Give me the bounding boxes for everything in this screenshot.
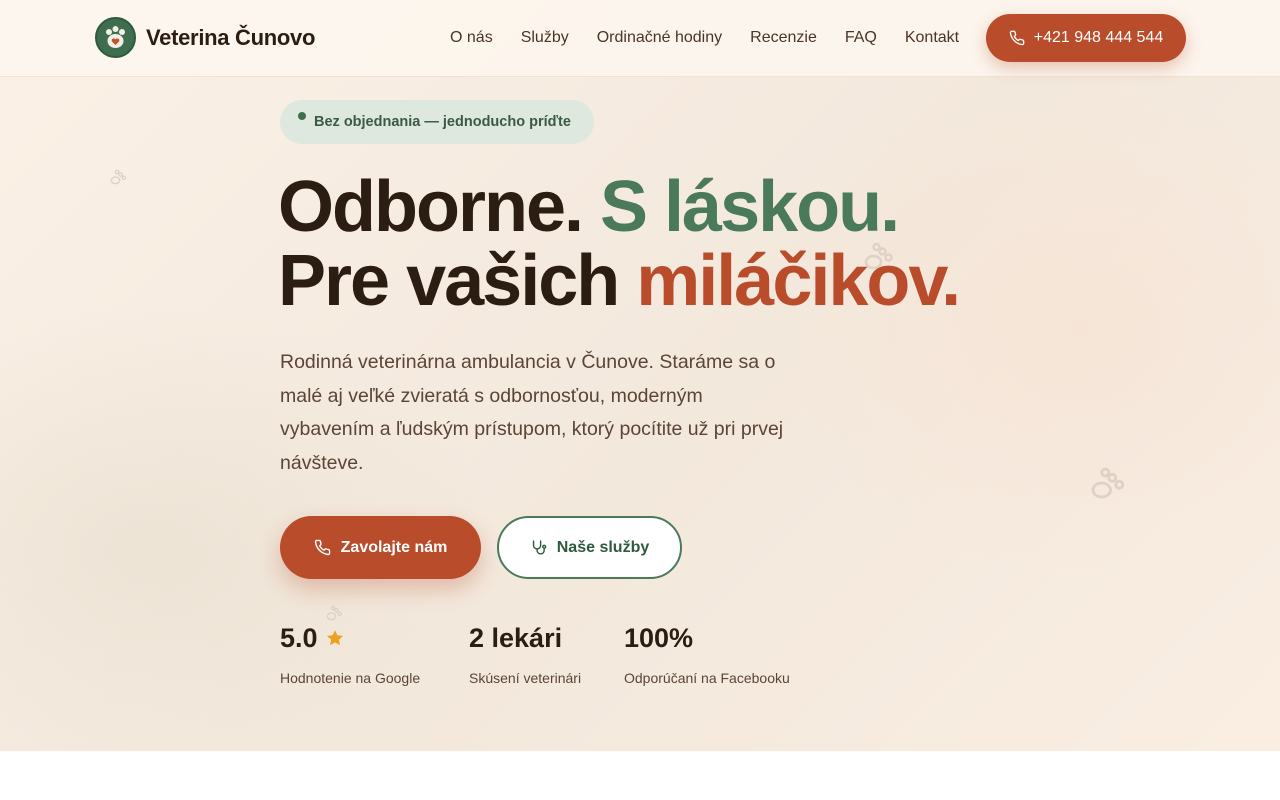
hero-headline: Odborne. S láskou. Pre vašich miláčikov.	[278, 167, 961, 321]
stat-label: Hodnotenie na Google	[280, 670, 421, 686]
walk-in-badge: Bez objednania — jednoducho príďte	[280, 100, 594, 144]
header-phone-label: +421 948 444 544	[1033, 29, 1164, 46]
site-header: Veterina Čunovo O nás Služby Ordinačné h…	[0, 0, 1280, 77]
stat-value: 2 lekári	[469, 622, 563, 653]
nav-item-kontakt[interactable]: Kontakt	[905, 29, 959, 47]
headline-part-2: S láskou.	[600, 167, 900, 247]
star-icon	[326, 630, 343, 646]
nav-item-ordinacne-hodiny[interactable]: Ordinačné hodiny	[597, 29, 722, 47]
stethoscope-icon	[532, 540, 547, 555]
our-services-button[interactable]: Naše služby	[497, 516, 682, 579]
stat-doctors: 2 lekári Skúsení veterinári	[469, 620, 582, 687]
badge-dot	[298, 112, 306, 120]
stat-label: Skúsení veterinári	[469, 670, 582, 686]
nav-item-faq[interactable]: FAQ	[845, 29, 877, 47]
phone-icon	[314, 539, 330, 556]
nav-item-sluzby[interactable]: Služby	[521, 29, 569, 47]
header-phone-button[interactable]: +421 948 444 544	[986, 14, 1186, 62]
phone-icon	[1009, 30, 1025, 46]
headline-part-4: miláčikov.	[636, 241, 961, 321]
call-us-label: Zavolajte nám	[340, 538, 448, 556]
headline-part-1: Odborne.	[278, 167, 584, 247]
stat-value: 100%	[624, 622, 694, 653]
stat-facebook: 100% Odporúčaní na Facebooku	[624, 620, 790, 687]
nav-item-recenzie[interactable]: Recenzie	[750, 29, 817, 47]
paw-icon	[110, 169, 127, 185]
logo[interactable]: Veterina Čunovo	[95, 17, 315, 58]
main-nav: O nás Služby Ordinačné hodiny Recenzie F…	[450, 29, 987, 47]
nav-item-o-nas[interactable]: O nás	[450, 29, 493, 47]
paw-heart-icon	[95, 17, 136, 58]
our-services-label: Naše služby	[556, 538, 650, 556]
next-section	[0, 751, 1280, 800]
paw-icon	[1091, 467, 1125, 499]
headline-part-3: Pre vašich	[278, 241, 620, 321]
badge-text: Bez objednania — jednoducho príďte	[314, 114, 571, 130]
stat-value: 5.0	[280, 622, 318, 653]
brand-name: Veterina Čunovo	[146, 24, 316, 50]
call-us-button[interactable]: Zavolajte nám	[280, 516, 481, 579]
stat-label: Odporúčaní na Facebooku	[624, 670, 790, 686]
stat-google-rating: 5.0 Hodnotenie na Google	[280, 620, 421, 687]
hero-lead-text: Rodinná veterinárna ambulancia v Čunove.…	[280, 351, 784, 474]
